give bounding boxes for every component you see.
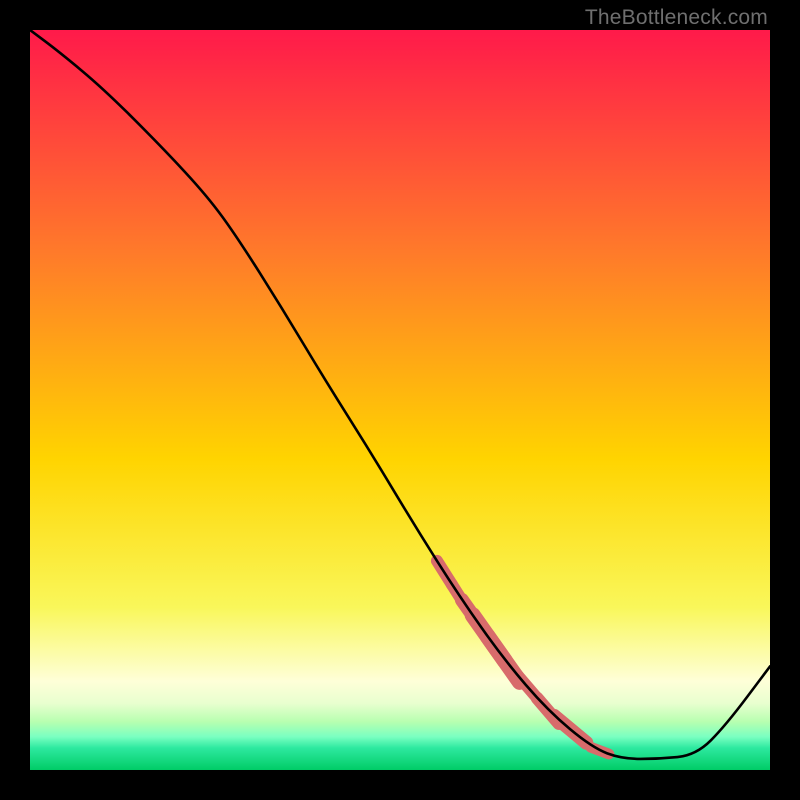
plot-area	[30, 30, 770, 770]
bottleneck-markers	[437, 561, 609, 754]
chart-overlay	[30, 30, 770, 770]
attribution-label: TheBottleneck.com	[585, 6, 768, 30]
chart-frame: TheBottleneck.com	[0, 0, 800, 800]
bottleneck-curve	[30, 30, 770, 759]
